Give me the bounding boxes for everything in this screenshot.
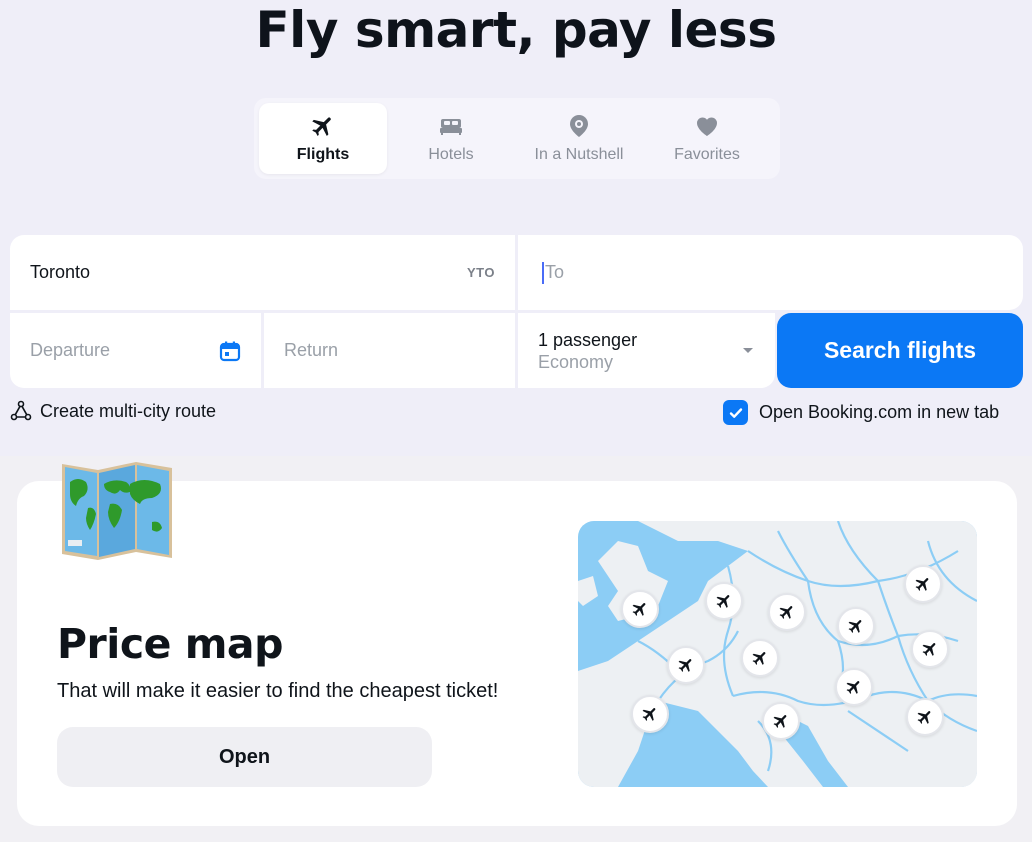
airport-marker[interactable] (762, 702, 800, 740)
airport-marker[interactable] (911, 630, 949, 668)
plane-icon (915, 578, 929, 591)
origin-city: Toronto (30, 262, 91, 282)
plane-icon (848, 620, 862, 633)
new-tab-checkbox[interactable] (723, 400, 748, 425)
heart-icon (696, 117, 718, 136)
plane-icon (917, 711, 931, 724)
text-cursor (542, 261, 544, 284)
plane-icon (846, 681, 860, 694)
search-flights-button[interactable]: Search flights (777, 313, 1023, 388)
origin-field[interactable]: Toronto YTO (10, 235, 515, 310)
return-placeholder: Return (284, 340, 339, 360)
airport-marker[interactable] (768, 593, 806, 631)
location-pin-icon (570, 115, 588, 137)
plane-icon (678, 659, 692, 672)
tab-label: Favorites (674, 146, 740, 163)
return-field[interactable]: Return (264, 313, 515, 388)
cabin-class: Economy (538, 351, 614, 372)
plane-icon (632, 603, 646, 616)
airport-marker[interactable] (837, 607, 875, 645)
tab-hotels[interactable]: Hotels (387, 103, 515, 174)
destination-input[interactable] (544, 262, 999, 283)
folded-map-icon (62, 462, 172, 560)
tab-flights[interactable]: Flights (259, 103, 387, 174)
origin-code: YTO (467, 265, 495, 280)
checkmark-icon (729, 407, 742, 418)
open-new-tab-option[interactable]: Open Booking.com in new tab (723, 400, 999, 425)
passenger-count: 1 passenger (538, 329, 638, 350)
airport-marker[interactable] (741, 639, 779, 677)
chevron-down-icon (743, 347, 753, 353)
plane-icon (752, 652, 766, 665)
plane-icon (312, 117, 331, 136)
passengers-select[interactable]: 1 passenger Economy (518, 313, 775, 388)
tab-nutshell[interactable]: In a Nutshell (515, 103, 643, 174)
departure-field[interactable]: Departure (10, 313, 261, 388)
plane-icon (779, 606, 793, 619)
airport-marker[interactable] (667, 646, 705, 684)
europe-price-map[interactable] (578, 521, 977, 787)
tab-label: In a Nutshell (534, 146, 624, 163)
airport-marker[interactable] (835, 668, 873, 706)
airport-marker[interactable] (631, 695, 669, 733)
bed-icon (440, 119, 462, 135)
airport-marker[interactable] (621, 590, 659, 628)
price-map-subtitle: That will make it easier to find the che… (57, 680, 499, 702)
plane-icon (773, 715, 787, 728)
plane-icon (716, 595, 730, 608)
plane-icon (922, 643, 936, 656)
plane-icon (642, 708, 656, 721)
airport-marker[interactable] (904, 565, 942, 603)
route-icon (10, 400, 32, 421)
tab-label: Flights (296, 146, 350, 163)
calendar-icon[interactable] (219, 340, 241, 362)
multi-city-label: Create multi-city route (40, 400, 217, 421)
open-price-map-button[interactable]: Open (57, 727, 432, 787)
multi-city-link[interactable]: Create multi-city route (10, 400, 216, 422)
passengers-summary: 1 passenger Economy (538, 329, 637, 373)
page-title: Fly smart, pay less (255, 1, 777, 59)
tab-favorites[interactable]: Favorites (643, 103, 771, 174)
new-tab-label: Open Booking.com in new tab (759, 402, 1000, 422)
departure-placeholder: Departure (30, 340, 111, 360)
tab-label: Hotels (428, 146, 474, 163)
airport-marker[interactable] (705, 582, 743, 620)
search-type-tabs: Flights Hotels In a Nutshell Favorites (254, 98, 780, 179)
price-map-title: Price map (57, 620, 283, 668)
destination-field[interactable] (518, 235, 1023, 310)
airport-marker[interactable] (906, 698, 944, 736)
